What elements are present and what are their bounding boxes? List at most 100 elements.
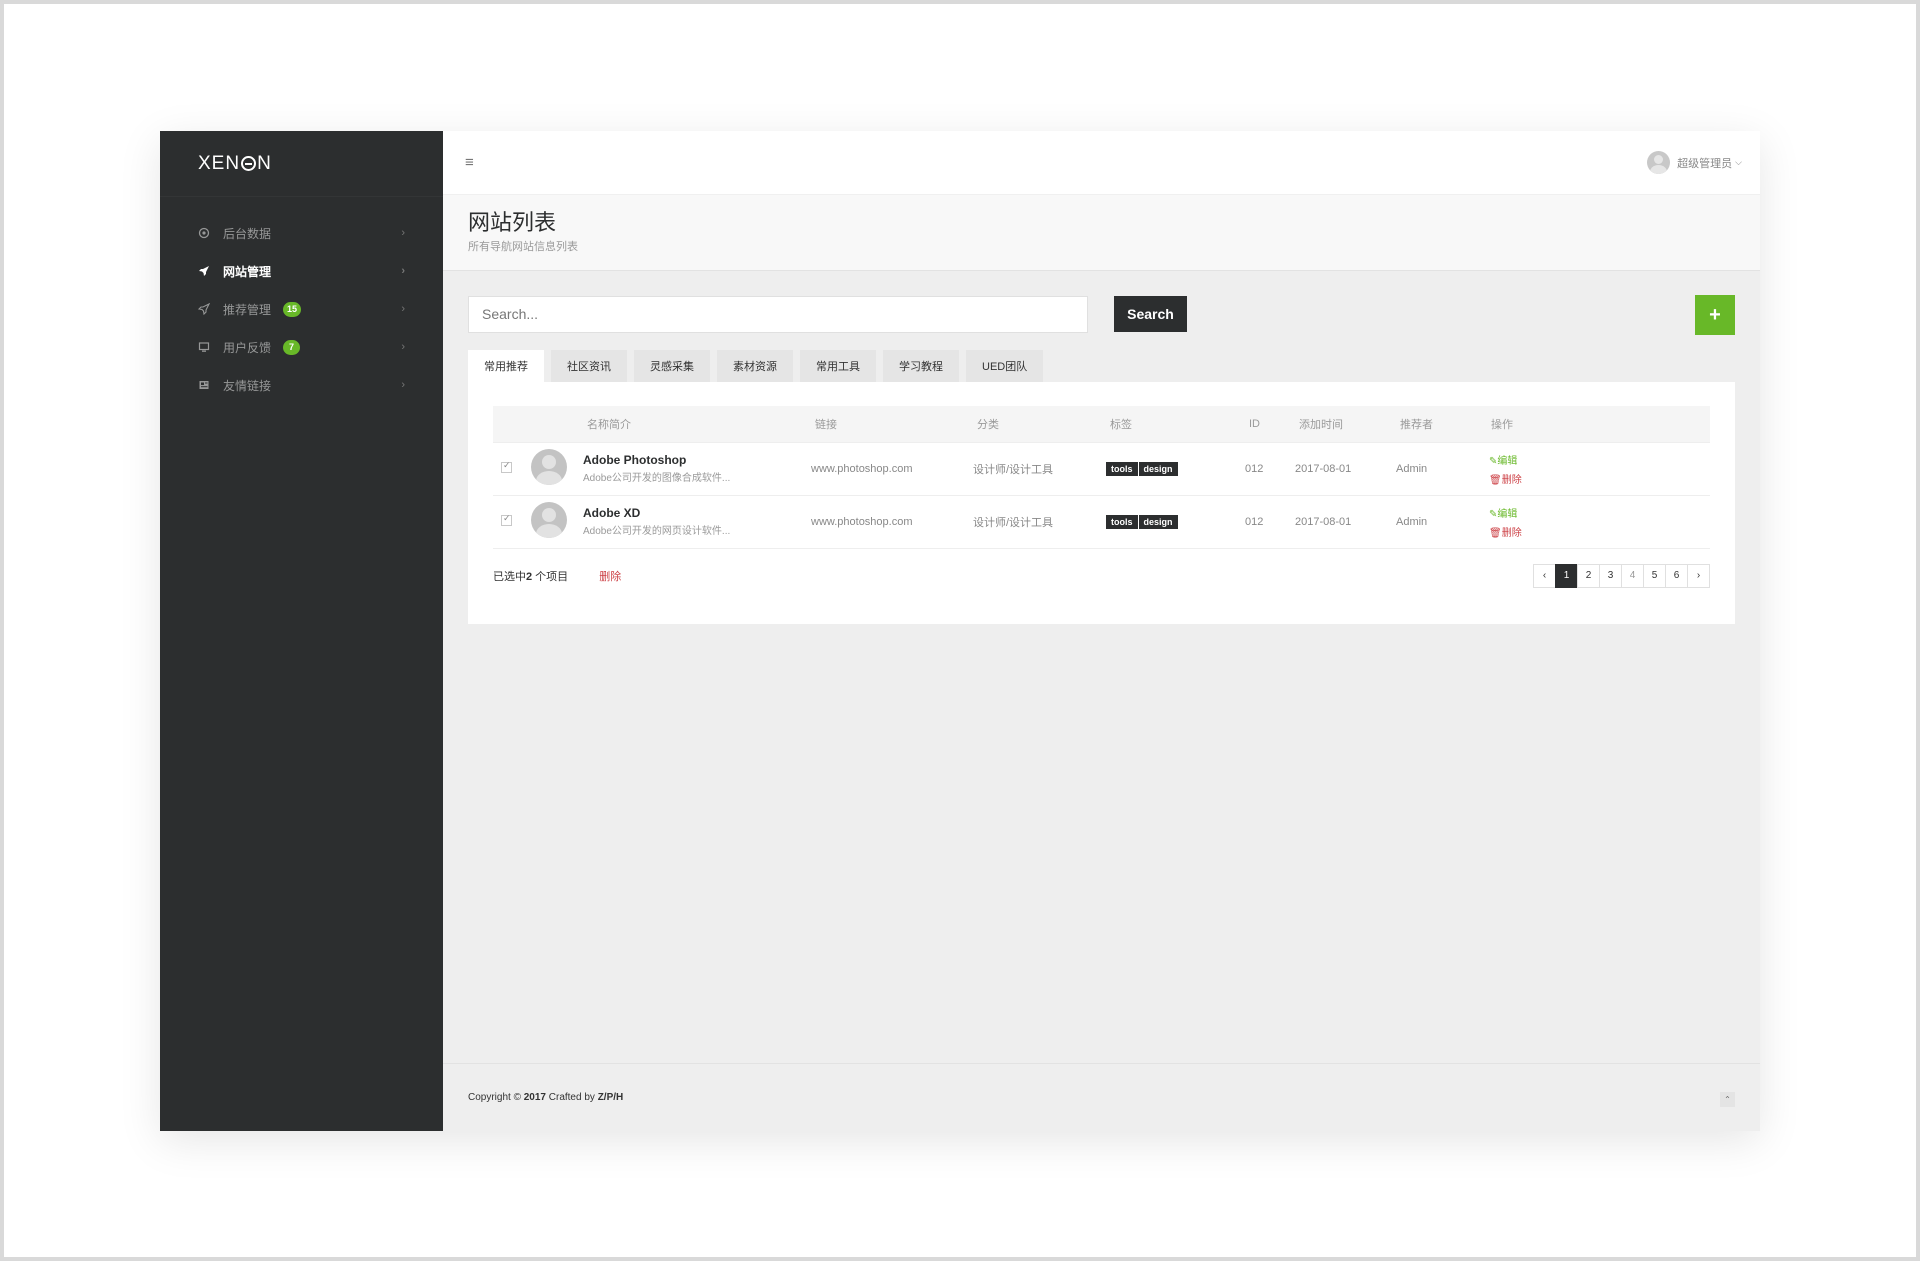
column-header[interactable]: ID <box>1245 406 1295 442</box>
bulk-delete-link[interactable]: 删除 <box>599 571 621 583</box>
edit-button[interactable]: ✎编辑 <box>1489 452 1710 467</box>
column-header[interactable]: 添加时间 <box>1295 406 1396 442</box>
tab-recommended[interactable]: 常用推荐 <box>468 350 544 382</box>
column-header[interactable]: 名称简介 <box>583 406 811 442</box>
site-id: 012 <box>1245 462 1264 475</box>
selection-info: 已选中2 个项目 删除 <box>493 570 622 583</box>
edit-button[interactable]: ✎编辑 <box>1489 505 1710 520</box>
table-row[interactable]: Adobe Photoshop Adobe公司开发的图像合成软件... www.… <box>493 442 1710 495</box>
site-desc: Adobe公司开发的网页设计软件... <box>583 526 731 537</box>
logo-o-icon <box>241 156 257 171</box>
chevron-right-icon: › <box>401 379 405 391</box>
list-panel: 名称简介 链接 分类 标签 ID 添加时间 推荐者 操作 ✓ Adobe Pho… <box>468 382 1735 624</box>
row-checkbox[interactable] <box>501 460 512 473</box>
site-avatar <box>531 502 567 538</box>
table-row[interactable]: Adobe XD Adobe公司开发的网页设计软件... www.photosh… <box>493 495 1710 548</box>
tag-badge: tools <box>1106 514 1138 529</box>
page-button[interactable]: 6 <box>1665 563 1688 588</box>
main-area: ≡ 超级管理员 ⌵ 网站列表 所有导航网站信息列表 Search + 常用推荐 … <box>443 131 1760 1131</box>
scroll-top-button[interactable]: ⌃ <box>1720 1092 1735 1107</box>
search-row: Search <box>468 295 1735 333</box>
page-footer: Copyright © 2017 Crafted by Z/P/H ⌃ <box>443 1063 1760 1131</box>
sidebar-item-label: 网站管理 <box>223 264 272 279</box>
tab-inspiration[interactable]: 灵感采集 <box>634 350 710 382</box>
tab-ued-team[interactable]: UED团队 <box>966 350 1044 382</box>
tab-community[interactable]: 社区资讯 <box>551 350 627 382</box>
trash-icon: 🗑 <box>1489 527 1502 539</box>
page-button[interactable]: 1 <box>1555 563 1578 588</box>
site-link[interactable]: www.photoshop.com <box>811 495 973 548</box>
column-header[interactable]: 链接 <box>811 406 973 442</box>
content: Search + 常用推荐 社区资讯 灵感采集 素材资源 常用工具 学习教程 U… <box>443 271 1760 624</box>
page-header: 网站列表 所有导航网站信息列表 <box>443 195 1760 271</box>
sidebar-item-feedback[interactable]: 用户反馈 7 › <box>160 328 443 366</box>
topbar: ≡ 超级管理员 ⌵ <box>443 131 1760 195</box>
site-desc: Adobe公司开发的图像合成软件... <box>583 473 731 484</box>
send-icon <box>197 302 211 316</box>
table-footer: 已选中2 个项目 删除 ‹ 1 2 3 4 5 6 › <box>493 563 1710 589</box>
column-header[interactable]: 分类 <box>973 406 1106 442</box>
sidebar-nav: 后台数据 › 网站管理 › 推荐管理 15 › 用户反馈 7 › 友情链接 › <box>160 197 443 404</box>
settings-icon <box>198 227 210 239</box>
column-header[interactable]: 操作 <box>1479 406 1710 442</box>
sidebar-item-label: 友情链接 <box>223 378 272 393</box>
page-title: 网站列表 <box>468 210 557 235</box>
site-avatar <box>531 449 567 485</box>
page-button[interactable]: 3 <box>1599 563 1622 588</box>
site-author: Admin <box>1396 462 1428 475</box>
tab-resources[interactable]: 素材资源 <box>717 350 793 382</box>
delete-button[interactable]: 🗑删除 <box>1489 471 1710 486</box>
chevron-right-icon: › <box>401 265 405 277</box>
site-date: 2017-08-01 <box>1295 515 1352 528</box>
site-link[interactable]: www.photoshop.com <box>811 442 973 495</box>
chevron-right-icon: › <box>401 341 405 353</box>
tag-badge: design <box>1138 461 1178 476</box>
add-button[interactable]: + <box>1695 295 1735 335</box>
tab-tools[interactable]: 常用工具 <box>800 350 876 382</box>
page-button[interactable]: 2 <box>1577 563 1600 588</box>
chevron-down-icon: ⌵ <box>1735 157 1742 167</box>
count-badge: 15 <box>283 301 302 317</box>
next-page-button[interactable]: › <box>1687 563 1710 588</box>
app-window: XEN N 后台数据 › 网站管理 › 推荐管理 15 › 用户反馈 7 › 友… <box>160 131 1760 1131</box>
site-name[interactable]: Adobe XD <box>583 506 811 520</box>
sidebar-item-label: 用户反馈 <box>223 340 272 355</box>
pagination: ‹ 1 2 3 4 5 6 › <box>1533 563 1710 588</box>
site-id: 012 <box>1245 515 1264 528</box>
sidebar-item-recommend[interactable]: 推荐管理 15 › <box>160 290 443 328</box>
chevron-right-icon: › <box>401 227 405 239</box>
chevron-right-icon: › <box>401 303 405 315</box>
user-menu[interactable]: 超级管理员 ⌵ <box>1647 151 1742 174</box>
sidebar-item-dashboard[interactable]: 后台数据 › <box>160 214 443 252</box>
user-name: 超级管理员 <box>1677 157 1733 170</box>
chevron-up-icon: ⌃ <box>1724 1095 1731 1104</box>
page-subtitle: 所有导航网站信息列表 <box>468 241 578 253</box>
tag-badge: tools <box>1106 461 1138 476</box>
column-header[interactable]: 推荐者 <box>1396 406 1479 442</box>
site-name[interactable]: Adobe Photoshop <box>583 453 811 467</box>
search-input[interactable] <box>468 295 1088 333</box>
page-button[interactable]: 4 <box>1621 563 1644 588</box>
prev-page-button[interactable]: ‹ <box>1533 563 1556 588</box>
logo-text: XEN <box>198 152 241 174</box>
delete-button[interactable]: 🗑删除 <box>1489 524 1710 539</box>
search-button[interactable]: Search <box>1114 296 1187 332</box>
sidebar-item-sites[interactable]: 网站管理 › <box>160 252 443 290</box>
tab-tutorials[interactable]: 学习教程 <box>883 350 959 382</box>
sidebar-item-links[interactable]: 友情链接 › <box>160 366 443 404</box>
column-header[interactable]: 标签 <box>1106 406 1245 442</box>
page-button[interactable]: 5 <box>1643 563 1666 588</box>
tag-badge: design <box>1138 514 1178 529</box>
site-category: 设计师/设计工具 <box>973 516 1054 529</box>
sites-table: 名称简介 链接 分类 标签 ID 添加时间 推荐者 操作 ✓ Adobe Pho… <box>493 406 1710 549</box>
newspaper-icon <box>198 379 210 391</box>
menu-icon[interactable]: ≡ <box>465 154 474 171</box>
sidebar-item-label: 推荐管理 <box>223 302 272 317</box>
sidebar-item-label: 后台数据 <box>223 226 272 241</box>
copyright: Copyright © 2017 Crafted by Z/P/H <box>468 1092 624 1103</box>
sidebar: XEN N 后台数据 › 网站管理 › 推荐管理 15 › 用户反馈 7 › 友… <box>160 131 443 1131</box>
rocket-icon <box>198 265 210 277</box>
logo[interactable]: XEN N <box>160 131 443 197</box>
author-link[interactable]: Z/P/H <box>598 1092 624 1103</box>
row-checkbox[interactable] <box>501 513 512 526</box>
